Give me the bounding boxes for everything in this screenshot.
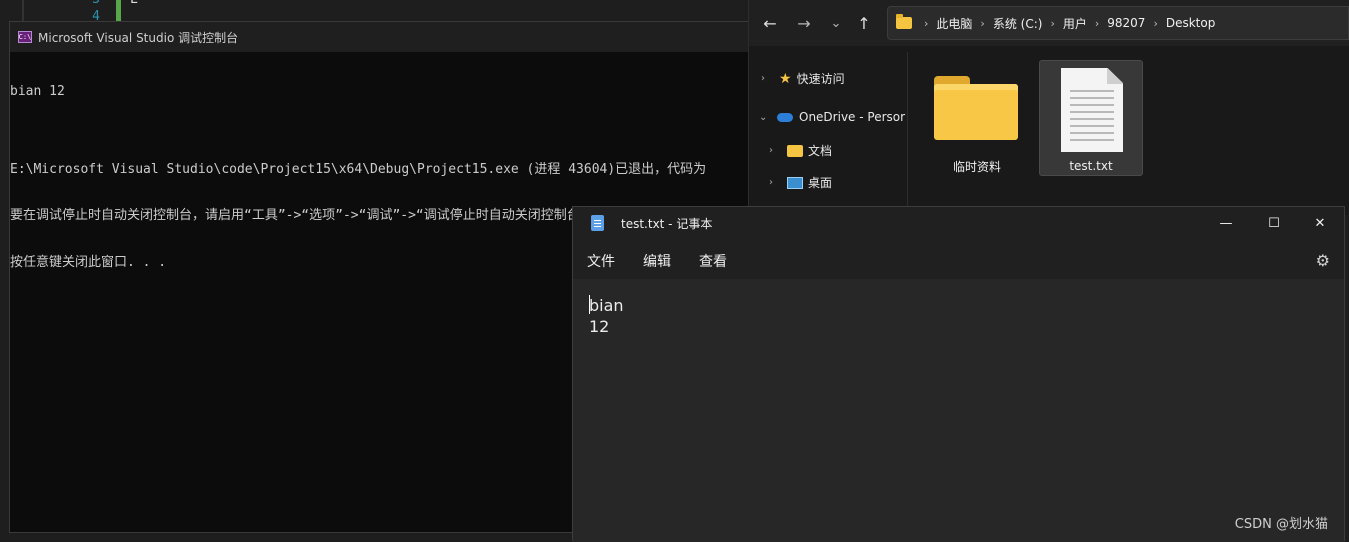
breadcrumb-user-folder[interactable]: 98207 [1107,16,1145,30]
tree-item-quick-access[interactable]: › ★ 快速访问 [761,70,845,87]
arrow-right-icon: → [797,13,811,33]
tree-item-desktop[interactable]: › 桌面 [769,174,832,191]
tree-item-onedrive[interactable]: ⌄ OneDrive - Persor [759,110,905,124]
tree-item-label: OneDrive - Persor [799,110,906,124]
menu-bar: 文件 编辑 查看 ⚙ [573,239,1344,279]
breadcrumb-desktop[interactable]: Desktop [1166,16,1216,30]
watermark: CSDN @划水猫 [1234,517,1328,532]
breadcrumb-this-pc[interactable]: 此电脑 [936,15,972,32]
pane-divider [907,52,908,215]
chevron-right-icon[interactable]: › [769,177,781,188]
maximize-icon: ☐ [1268,215,1280,231]
text-caret [589,295,590,314]
chevron-right-icon[interactable]: › [761,73,773,84]
onedrive-icon [777,112,793,122]
file-name: test.txt [1069,159,1113,173]
console-app-icon: C:\ [18,31,32,43]
chevron-down-icon[interactable]: ⌄ [759,112,771,123]
close-button[interactable]: ✕ [1310,213,1330,233]
menu-file[interactable]: 文件 [587,251,615,271]
line-number: 3 [60,0,100,8]
navigation-pane: › ★ 快速访问 ⌄ OneDrive - Persor › 文档 › 桌面 [749,52,907,215]
chevron-right-icon: › [1050,16,1055,30]
code-line: L [130,0,138,8]
up-button[interactable]: ↑ [852,12,876,34]
arrow-left-icon: ← [763,13,777,33]
console-titlebar[interactable]: C:\ Microsoft Visual Studio 调试控制台 [10,22,753,52]
gear-icon[interactable]: ⚙ [1316,251,1330,270]
chevron-right-icon: › [924,16,929,30]
notepad-window[interactable]: test.txt - 记事本 — ☐ ✕ 文件 编辑 查看 ⚙ bian 12 … [572,206,1345,542]
desktop-icon [787,176,803,189]
console-line: bian 12 [10,84,65,99]
maximize-button[interactable]: ☐ [1264,213,1284,233]
folder-icon [787,144,803,157]
file-item-text-file[interactable]: test.txt [1039,60,1143,176]
minimize-button[interactable]: — [1216,213,1236,233]
file-name: 临时资料 [952,160,1001,174]
chevron-down-icon: ⌄ [830,15,842,31]
menu-view[interactable]: 查看 [699,251,727,271]
chevron-right-icon[interactable]: › [769,145,781,156]
explorer-nav-bar: ← → ⌄ ↑ › 此电脑 › 系统 (C:) › 用户 › 98207 › D… [749,0,1349,46]
star-icon: ★ [779,70,792,87]
close-icon: ✕ [1314,215,1326,231]
console-line: E:\Microsoft Visual Studio\code\Project1… [10,161,707,177]
tree-item-label: 快速访问 [796,72,845,86]
minimize-icon: — [1219,215,1233,231]
recent-locations-button[interactable]: ⌄ [824,12,848,34]
arrow-up-icon: ↑ [857,13,871,33]
chevron-right-icon: › [1153,16,1158,30]
console-title: Microsoft Visual Studio 调试控制台 [38,30,239,45]
breadcrumb-c-drive[interactable]: 系统 (C:) [993,15,1043,32]
file-item-folder[interactable]: 临时资料 [925,60,1029,176]
forward-button[interactable]: → [792,12,816,34]
file-explorer-window[interactable]: ← → ⌄ ↑ › 此电脑 › 系统 (C:) › 用户 › 98207 › D… [748,0,1349,215]
text-file-icon [1061,68,1123,152]
chevron-right-icon: › [980,16,985,30]
folder-icon [896,14,912,29]
chevron-right-icon: › [1094,16,1100,30]
tree-item-documents[interactable]: › 文档 [769,142,832,159]
breadcrumb-users[interactable]: 用户 [1063,15,1087,32]
tree-item-label: 桌面 [808,176,833,190]
document-content: bian 12 [589,296,624,336]
window-title: test.txt - 记事本 [621,217,713,231]
notepad-titlebar[interactable]: test.txt - 记事本 — ☐ ✕ [573,207,1344,239]
back-button[interactable]: ← [758,12,782,34]
menu-edit[interactable]: 编辑 [643,251,671,271]
address-bar[interactable]: › 此电脑 › 系统 (C:) › 用户 › 98207 › Desktop [887,6,1349,40]
folder-icon [934,76,1018,140]
tree-item-label: 文档 [808,144,833,158]
notepad-app-icon [591,215,604,231]
text-editor-area[interactable]: bian 12 CSDN @划水猫 [573,279,1344,542]
